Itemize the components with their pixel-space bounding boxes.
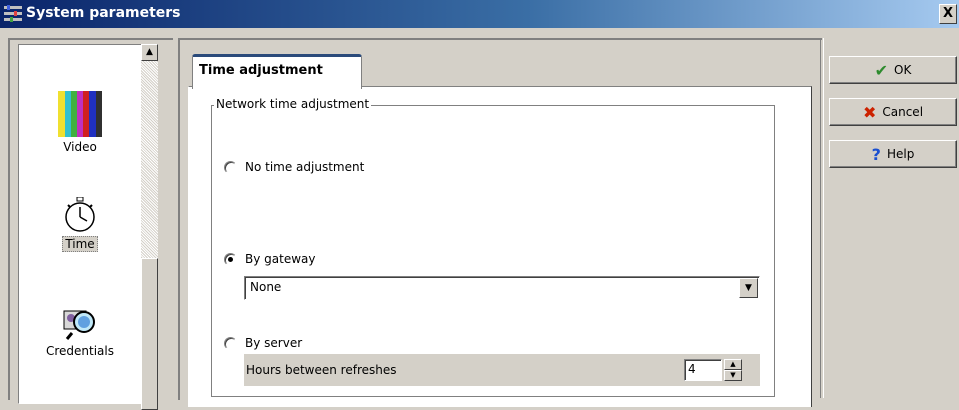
settings-panel: Time adjustment Network time adjustment … bbox=[178, 38, 822, 407]
question-mark-icon: ? bbox=[871, 144, 881, 164]
radio-no-adjustment[interactable]: No time adjustment bbox=[224, 160, 364, 174]
credentials-magnifier-icon bbox=[63, 310, 95, 340]
sidebar: Video Time Credentials ▲ bbox=[8, 38, 173, 410]
radio-label: By gateway bbox=[245, 252, 316, 266]
radio-by-gateway[interactable]: By gateway bbox=[224, 252, 315, 266]
cancel-button[interactable]: ✖ Cancel bbox=[829, 98, 957, 126]
spin-up-arrow-icon[interactable]: ▲ bbox=[724, 359, 742, 370]
radio-by-server[interactable]: By server bbox=[224, 336, 302, 350]
checkmark-icon: ✔ bbox=[874, 60, 889, 80]
window-title: System parameters bbox=[26, 5, 181, 21]
sidebar-item-credentials[interactable]: Credentials bbox=[19, 307, 141, 358]
close-button[interactable]: X bbox=[939, 4, 957, 24]
button-label: Cancel bbox=[882, 105, 924, 119]
radio-button[interactable] bbox=[224, 160, 237, 174]
radio-label: By server bbox=[245, 336, 303, 350]
group-title: Network time adjustment bbox=[214, 97, 372, 111]
ok-button[interactable]: ✔ OK bbox=[829, 56, 957, 84]
hours-value: 4 bbox=[688, 362, 696, 376]
video-color-bars-icon bbox=[58, 91, 102, 137]
gateway-select-value: None bbox=[250, 280, 282, 294]
hours-label: Hours between refreshes bbox=[246, 363, 397, 377]
chevron-down-icon[interactable]: ▼ bbox=[739, 278, 758, 298]
sidebar-item-label: Time bbox=[62, 236, 98, 252]
button-label: OK bbox=[894, 63, 912, 77]
radio-button[interactable] bbox=[224, 252, 237, 266]
sidebar-item-label: Credentials bbox=[45, 344, 114, 358]
stopwatch-icon bbox=[65, 196, 95, 232]
button-label: Help bbox=[886, 147, 915, 161]
tab-panel: Network time adjustment No time adjustme… bbox=[188, 86, 812, 407]
gateway-select[interactable]: None ▼ bbox=[244, 276, 760, 300]
hours-row: Hours between refreshes 4 ▲ ▼ bbox=[244, 354, 760, 386]
hours-input[interactable]: 4 bbox=[684, 359, 722, 381]
hours-stepper[interactable]: ▲ ▼ bbox=[724, 359, 742, 381]
sidebar-item-time[interactable]: Time bbox=[19, 196, 141, 252]
panel-divider bbox=[820, 38, 824, 398]
sidebar-item-label: Video bbox=[63, 140, 97, 154]
title-bar[interactable]: System parameters X bbox=[0, 0, 959, 28]
sidebar-scrollbar[interactable]: ▲ bbox=[141, 44, 158, 410]
app-settings-icon bbox=[4, 5, 22, 22]
red-x-icon: ✖ bbox=[862, 102, 877, 122]
scroll-up-arrow-icon[interactable]: ▲ bbox=[141, 44, 158, 61]
radio-label: No time adjustment bbox=[245, 160, 365, 174]
help-button[interactable]: ? Help bbox=[829, 140, 957, 168]
network-time-group: Network time adjustment No time adjustme… bbox=[211, 97, 775, 397]
sidebar-item-video[interactable]: Video bbox=[19, 91, 141, 154]
tab-time-adjustment[interactable]: Time adjustment bbox=[192, 54, 362, 89]
category-list: Video Time Credentials bbox=[18, 44, 142, 404]
scroll-thumb[interactable] bbox=[141, 258, 158, 410]
spin-down-arrow-icon[interactable]: ▼ bbox=[724, 370, 742, 381]
radio-button[interactable] bbox=[224, 336, 237, 350]
tab-label: Time adjustment bbox=[199, 63, 323, 78]
